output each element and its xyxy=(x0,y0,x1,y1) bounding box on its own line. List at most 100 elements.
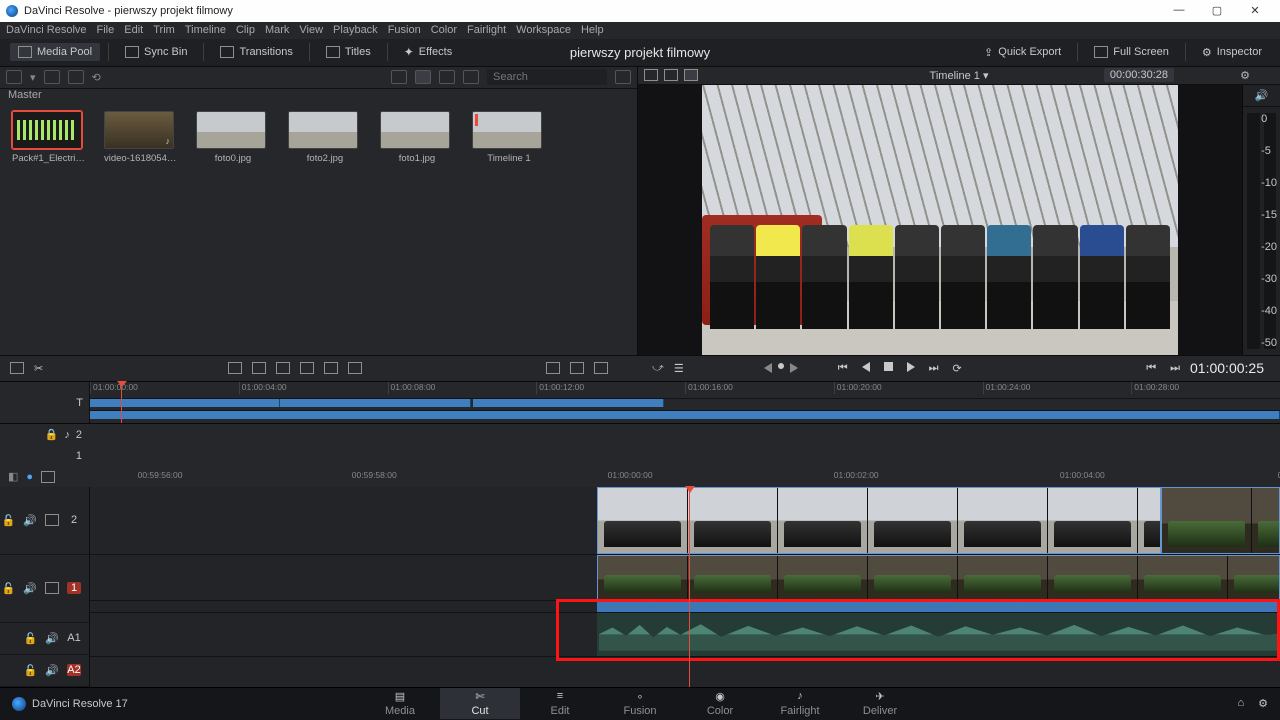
fast-review-icon[interactable]: ⤻ xyxy=(652,362,664,375)
speaker-icon[interactable]: 🔊 xyxy=(45,632,59,645)
timeline-options-icon[interactable]: ☰ xyxy=(674,362,684,375)
viewer-canvas[interactable] xyxy=(638,85,1242,355)
mini-clip-v2-2[interactable] xyxy=(280,399,470,407)
clip-video[interactable]: ♪video-1618054841... xyxy=(104,111,178,164)
menu-view[interactable]: View xyxy=(299,24,323,36)
sync-bin-toggle[interactable]: Sync Bin xyxy=(117,43,195,61)
jog-back-icon[interactable] xyxy=(764,363,772,373)
track-head-v2[interactable]: 🔓🔊2 xyxy=(0,487,89,555)
menu-davinci[interactable]: DaVinci Resolve xyxy=(6,24,87,36)
timeline-viewer-button[interactable] xyxy=(684,69,698,81)
search-input[interactable] xyxy=(487,69,607,85)
snap-icon[interactable]: ◧ xyxy=(8,470,18,483)
menu-clip[interactable]: Clip xyxy=(236,24,255,36)
jog-fwd-icon[interactable] xyxy=(790,363,798,373)
menu-help[interactable]: Help xyxy=(581,24,604,36)
menu-file[interactable]: File xyxy=(97,24,115,36)
source-viewer-button[interactable] xyxy=(644,69,658,81)
titles-toggle[interactable]: Titles xyxy=(318,43,379,61)
window-maximize-button[interactable]: ▢ xyxy=(1198,4,1236,17)
view-thumb-button[interactable] xyxy=(415,70,431,84)
source-overwrite-icon[interactable] xyxy=(348,362,362,374)
track-display-icon[interactable] xyxy=(45,582,59,594)
clip-timeline1[interactable]: Timeline 1 xyxy=(472,111,546,164)
lower-playhead[interactable] xyxy=(689,487,690,687)
lock-icon[interactable]: 🔓 xyxy=(24,632,38,645)
menu-mark[interactable]: Mark xyxy=(265,24,289,36)
mini-clip-v2-3[interactable] xyxy=(473,399,663,407)
home-icon[interactable]: ⌂ xyxy=(1237,697,1244,710)
page-tab-cut[interactable]: ✄Cut xyxy=(440,688,520,719)
track-v1-index[interactable]: 1 xyxy=(76,450,82,462)
lock-icon[interactable]: 🔒 xyxy=(45,428,59,441)
menu-timeline[interactable]: Timeline xyxy=(185,24,226,36)
view-single-icon[interactable] xyxy=(570,362,584,374)
transitions-toggle[interactable]: Transitions xyxy=(212,43,300,61)
clip-foto2[interactable]: foto2.jpg xyxy=(288,111,362,164)
media-pool-toggle[interactable]: Media Pool xyxy=(10,43,100,61)
speaker-icon[interactable]: 🔊 xyxy=(1243,85,1280,107)
play-reverse-icon[interactable] xyxy=(862,362,870,372)
clip-foto1[interactable]: foto1.jpg xyxy=(380,111,454,164)
marker-icon[interactable]: ● xyxy=(26,471,33,483)
mini-playhead[interactable] xyxy=(121,382,122,423)
mini-clip-v2-1[interactable] xyxy=(90,399,280,407)
page-tab-fusion[interactable]: ∘Fusion xyxy=(600,688,680,719)
menu-playback[interactable]: Playback xyxy=(333,24,378,36)
menu-workspace[interactable]: Workspace xyxy=(516,24,571,36)
chevron-down-icon[interactable]: ▾ xyxy=(30,71,36,84)
track-head-a1[interactable]: 🔓🔊A1 xyxy=(0,623,89,655)
speaker-icon[interactable]: 🔊 xyxy=(45,664,59,677)
view-list-button[interactable] xyxy=(463,70,479,84)
track-head-a2[interactable]: 🔓🔊A2 xyxy=(0,655,89,687)
project-settings-icon[interactable]: ⚙ xyxy=(1258,697,1268,710)
menu-fairlight[interactable]: Fairlight xyxy=(467,24,506,36)
lock-icon[interactable]: 🔓 xyxy=(2,582,16,595)
view-split-icon[interactable] xyxy=(546,362,560,374)
import-media-button[interactable] xyxy=(6,70,22,84)
split-icon[interactable]: ✂ xyxy=(34,362,43,375)
page-tab-media[interactable]: ▤Media xyxy=(360,688,440,719)
lower-timeline[interactable]: ◧ ● 00:59:56:0000:59:58:0001:00:00:0001:… xyxy=(0,467,1280,687)
view-clip-button[interactable] xyxy=(391,70,407,84)
boring-detector-icon[interactable] xyxy=(10,362,24,374)
play-icon[interactable] xyxy=(907,362,915,372)
upper-timeline[interactable]: T 01:00:00:0001:00:04:0001:00:08:0001:00… xyxy=(0,382,1280,423)
view-dual-icon[interactable] xyxy=(594,362,608,374)
timeline-name-dropdown[interactable]: Timeline 1 ▾ xyxy=(930,69,989,82)
append-icon[interactable] xyxy=(252,362,266,374)
page-tab-deliver[interactable]: ✈Deliver xyxy=(840,688,920,719)
audio-tool-icon[interactable]: ♪ xyxy=(64,429,70,441)
tools-icon[interactable]: ⚙ xyxy=(1240,69,1250,82)
menu-trim[interactable]: Trim xyxy=(153,24,175,36)
sync-icon[interactable]: ⟲ xyxy=(92,71,101,84)
clip-v1-video[interactable] xyxy=(597,555,1280,600)
effects-toggle[interactable]: ✦Effects xyxy=(396,42,461,62)
tape-viewer-button[interactable] xyxy=(664,69,678,81)
menu-edit[interactable]: Edit xyxy=(124,24,143,36)
lock-icon[interactable]: 🔓 xyxy=(2,514,16,527)
prev-edit-icon[interactable]: ⏮ xyxy=(1146,362,1156,375)
loop-icon[interactable]: ⟳ xyxy=(953,362,962,375)
page-tab-color[interactable]: ◉Color xyxy=(680,688,760,719)
window-close-button[interactable]: ✕ xyxy=(1236,4,1274,17)
current-timecode[interactable]: 01:00:00:25 xyxy=(1190,360,1264,376)
go-end-icon[interactable]: ⏭ xyxy=(929,362,939,375)
menu-fusion[interactable]: Fusion xyxy=(388,24,421,36)
clip-a1-audio[interactable] xyxy=(597,601,1280,612)
place-on-top-icon[interactable] xyxy=(324,362,338,374)
new-bin-button[interactable] xyxy=(44,70,60,84)
inspector-toggle[interactable]: ⚙Inspector xyxy=(1194,43,1270,62)
window-minimize-button[interactable]: — xyxy=(1160,4,1198,17)
page-tab-edit[interactable]: ≡Edit xyxy=(520,688,600,719)
lower-ruler[interactable]: ◧ ● 00:59:56:0000:59:58:0001:00:00:0001:… xyxy=(0,467,1280,487)
clip-v2-foto-b[interactable] xyxy=(1161,487,1280,554)
clip-v2-foto[interactable] xyxy=(597,487,1161,554)
clip-audio[interactable]: Pack#1_ElectricGu... xyxy=(12,111,86,164)
closeup-icon[interactable] xyxy=(300,362,314,374)
go-start-icon[interactable]: ⏮ xyxy=(838,362,848,375)
timeline-view-icon[interactable] xyxy=(41,471,55,483)
stop-icon[interactable] xyxy=(884,362,893,371)
clip-foto0[interactable]: foto0.jpg xyxy=(196,111,270,164)
lock-icon[interactable]: 🔓 xyxy=(24,664,38,677)
